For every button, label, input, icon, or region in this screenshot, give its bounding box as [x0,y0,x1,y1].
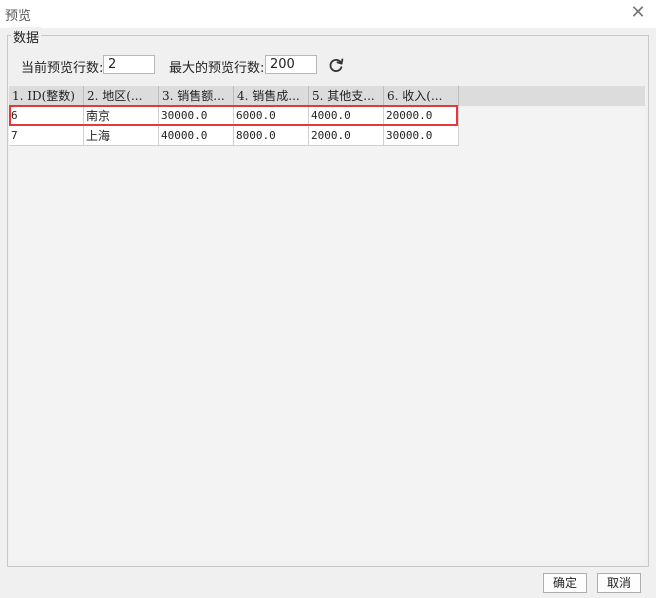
current-rows-input[interactable]: 2 [103,55,155,74]
table-cell: 7 [9,126,84,146]
table-cell: 6 [9,106,84,126]
current-rows-label: 当前预览行数: [21,61,104,76]
column-header[interactable]: 4. 销售成... [234,86,309,106]
window-title: 预览 [5,9,32,24]
group-title: 数据 [11,27,42,46]
table-cell: 8000.0 [234,126,309,146]
title-bar: 预览 ✕ [0,0,656,28]
refresh-icon[interactable] [327,56,345,74]
column-header[interactable]: 5. 其他支... [309,86,384,106]
table-cell: 2000.0 [309,126,384,146]
table-cell: 6000.0 [234,106,309,126]
table-cell: 上海 [84,126,159,146]
column-header[interactable]: 2. 地区(... [84,86,159,106]
column-header[interactable]: 6. 收入(... [384,86,459,106]
table-cell: 30000.0 [159,106,234,126]
max-rows-input[interactable]: 200 [265,55,317,74]
table-header: 1. ID(整数) 2. 地区(... 3. 销售额... 4. 销售成... … [9,86,645,106]
table-cell: 南京 [84,106,159,126]
ok-button[interactable]: 确定 [543,573,587,593]
table-cell: 40000.0 [159,126,234,146]
table-cell: 20000.0 [384,106,459,126]
column-header[interactable]: 3. 销售额... [159,86,234,106]
column-header[interactable]: 1. ID(整数) [9,86,84,106]
cancel-button[interactable]: 取消 [597,573,641,593]
max-rows-label: 最大的预览行数: [169,61,265,76]
table-cell: 4000.0 [309,106,384,126]
preview-table: 1. ID(整数) 2. 地区(... 3. 销售额... 4. 销售成... … [9,86,645,562]
table-cell: 30000.0 [384,126,459,146]
close-icon[interactable]: ✕ [628,4,648,24]
